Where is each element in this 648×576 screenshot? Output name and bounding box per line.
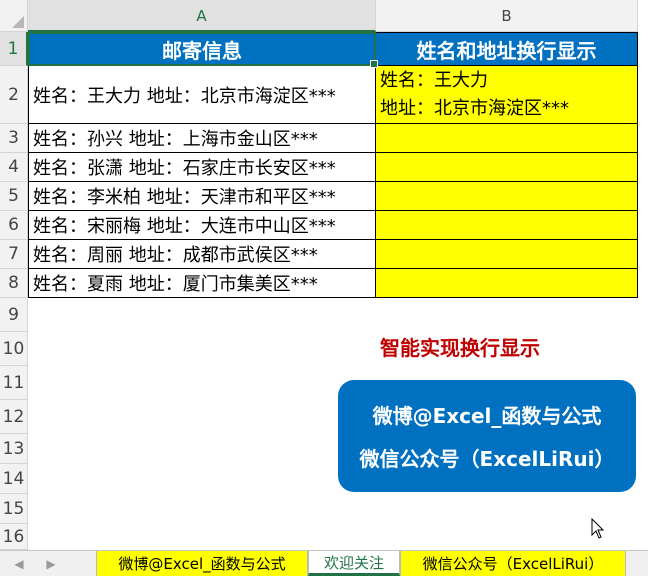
row-header[interactable]: 4 bbox=[0, 153, 28, 182]
cell-a6[interactable]: 姓名：宋丽梅 地址：大连市中山区*** bbox=[28, 211, 376, 240]
cell-a5[interactable]: 姓名：李米柏 地址：天津市和平区*** bbox=[28, 182, 376, 211]
badge-line-wechat: 微信公众号（ExcelLiRui） bbox=[359, 447, 615, 471]
cell-b2-line2: 地址：北京市海淀区*** bbox=[380, 97, 569, 119]
row-header[interactable]: 8 bbox=[0, 269, 28, 298]
select-all-icon bbox=[12, 16, 24, 28]
promo-badge: 微博@Excel_函数与公式 微信公众号（ExcelLiRui） bbox=[338, 380, 636, 492]
tab-welcome[interactable]: 欢迎关注 bbox=[308, 551, 400, 576]
badge-line-weibo: 微博@Excel_函数与公式 bbox=[372, 404, 602, 428]
row-header[interactable]: 7 bbox=[0, 240, 28, 269]
row-header[interactable]: 9 bbox=[0, 298, 28, 332]
column-header-b[interactable]: B bbox=[376, 0, 638, 32]
row-header[interactable]: 6 bbox=[0, 211, 28, 240]
cell-a8[interactable]: 姓名：夏雨 地址：厦门市集美区*** bbox=[28, 269, 376, 298]
column-header-a[interactable]: A bbox=[28, 0, 376, 32]
next-sheet-button[interactable]: ▶ bbox=[40, 551, 62, 576]
mouse-pointer-icon bbox=[591, 518, 605, 539]
select-all-corner[interactable] bbox=[0, 0, 28, 32]
cell-b1-header[interactable]: 姓名和地址换行显示 bbox=[375, 32, 638, 66]
cell-b2[interactable]: 姓名：王大力 地址：北京市海淀区*** bbox=[375, 66, 638, 124]
cell-b6[interactable] bbox=[375, 211, 638, 240]
cell-a4[interactable]: 姓名：张潇 地址：石家庄市长安区*** bbox=[28, 153, 376, 182]
triangle-right-icon: ▶ bbox=[46, 556, 56, 571]
cell-b7[interactable] bbox=[375, 240, 638, 269]
row-header[interactable]: 15 bbox=[0, 494, 28, 524]
row-header[interactable]: 1 bbox=[0, 32, 28, 66]
row-header[interactable]: 2 bbox=[0, 66, 28, 124]
cell-a2[interactable]: 姓名：王大力 地址：北京市海淀区*** bbox=[28, 66, 376, 124]
row-header[interactable]: 13 bbox=[0, 434, 28, 464]
cell-a3[interactable]: 姓名：孙兴 地址：上海市金山区*** bbox=[28, 124, 376, 153]
row-header[interactable]: 16 bbox=[0, 524, 28, 550]
row-header[interactable]: 12 bbox=[0, 400, 28, 434]
cell-b3[interactable] bbox=[375, 124, 638, 153]
headline-text: 智能实现换行显示 bbox=[380, 336, 540, 360]
prev-sheet-button[interactable]: ◀ bbox=[8, 551, 30, 576]
row-header[interactable]: 14 bbox=[0, 464, 28, 494]
tab-wechat[interactable]: 微信公众号（ExcelLiRui） bbox=[400, 551, 626, 576]
cell-b8[interactable] bbox=[375, 269, 638, 298]
cell-a7[interactable]: 姓名：周丽 地址：成都市武侯区*** bbox=[28, 240, 376, 269]
triangle-left-icon: ◀ bbox=[14, 556, 24, 571]
cell-b5[interactable] bbox=[375, 182, 638, 211]
cell-b2-line1: 姓名：王大力 bbox=[380, 69, 488, 91]
tab-weibo[interactable]: 微博@Excel_函数与公式 bbox=[96, 551, 308, 576]
row-header[interactable]: 11 bbox=[0, 366, 28, 400]
row-header[interactable]: 10 bbox=[0, 332, 28, 366]
spreadsheet-grid: A B 1 2 3 4 5 6 7 8 9 10 11 12 13 14 15 … bbox=[0, 0, 648, 550]
row-header[interactable]: 3 bbox=[0, 124, 28, 153]
sheet-tab-bar: ◀ ▶ 微博@Excel_函数与公式 欢迎关注 微信公众号（ExcelLiRui… bbox=[0, 550, 648, 576]
cell-a1-header[interactable]: 邮寄信息 bbox=[28, 32, 376, 66]
row-header[interactable]: 5 bbox=[0, 182, 28, 211]
cell-b4[interactable] bbox=[375, 153, 638, 182]
